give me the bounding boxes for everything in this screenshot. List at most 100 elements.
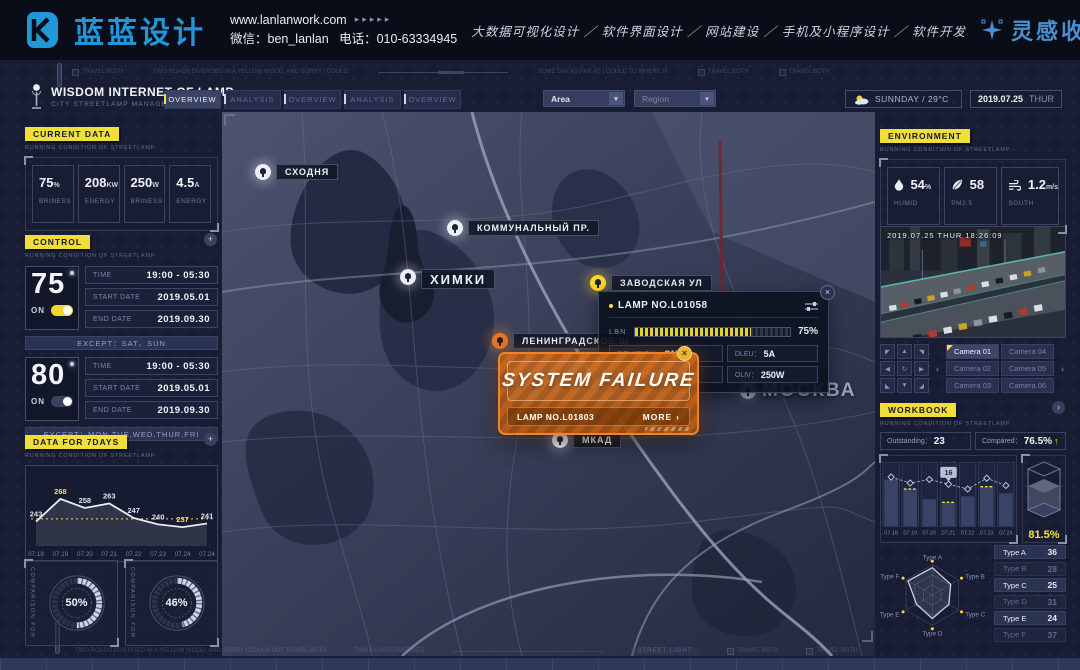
power-toggle[interactable] <box>51 396 73 407</box>
type-c-row[interactable]: Type C25 <box>994 578 1066 592</box>
camera-05-button[interactable]: Camera 05 <box>1001 361 1054 376</box>
control-group-1: 75 ON TIME19:00 - 05:30 START DATE2019.0… <box>25 266 218 330</box>
camera-list: Camera 01 Camera 04 Camera 02 Camera 05 … <box>946 344 1054 393</box>
phone-label: 电话：010-63334945 <box>339 32 457 46</box>
type-radar-chart: Type AType BType CType DType EType F <box>880 542 988 648</box>
sun-cloud-icon <box>854 94 869 105</box>
svg-text:Type D: Type D <box>922 631 942 638</box>
streetlamp-icon <box>30 83 43 110</box>
expand-chart-button[interactable]: + <box>204 433 217 446</box>
stat-briness: 75% BRINESS <box>32 165 74 223</box>
map-pin-leningradskoe[interactable]: ЛЕНИНГРАДСКОЕ Ш <box>492 333 508 349</box>
pan-down-button[interactable]: ▼ <box>897 378 912 393</box>
outstanding-stat: Outstanding：23 <box>880 432 971 450</box>
on-label: ON <box>31 306 45 315</box>
svg-text:07.18: 07.18 <box>884 531 898 537</box>
deco-checkbox: TRAVEL BOTH <box>72 69 123 76</box>
stat-grid: 75% BRINESS 208KW ENERGY 250W BRINESS 4.… <box>25 157 218 231</box>
pan-up-button[interactable]: ▲ <box>897 344 912 359</box>
svg-text:07.24: 07.24 <box>175 551 191 558</box>
panel-label: WORKBOOK <box>880 403 956 417</box>
map-pin-zavodskaya[interactable]: ЗАВОДСКАЯ УЛ <box>590 275 606 291</box>
services-list: 大数据可视化设计 ／ 软件界面设计 ／ 网站建设 ／ 手机及小程序设计 ／ 软件… <box>471 21 966 40</box>
type-f-row[interactable]: Type F37 <box>994 628 1066 642</box>
chevron-down-icon[interactable]: ▾ <box>609 92 623 105</box>
tab-overview-3[interactable]: OVERVIEW <box>404 90 461 109</box>
bottom-bar <box>0 658 1080 670</box>
failure-lamp-id: LAMP NO.L01803 <box>517 412 594 422</box>
map-pin-skhodnya[interactable]: СХОДНЯ <box>255 164 271 180</box>
pan-right-button[interactable]: ▶ <box>914 361 929 376</box>
weekday-value: THUR <box>1029 94 1054 104</box>
svg-text:07.20: 07.20 <box>923 531 937 537</box>
schedule-row-time: TIME19:00 - 05:30 <box>85 357 218 375</box>
close-icon[interactable]: × <box>677 346 692 361</box>
seven-days-chart: 24307.1826807.1925807.2026307.2124707.22… <box>25 465 218 562</box>
panel-seven-days: DATA FOR 7DAYS + RUNNING CONDITION OF ST… <box>25 432 218 556</box>
panel-label: CONTROL <box>25 235 90 249</box>
sparkle-icon <box>980 18 1004 42</box>
pan-down-left-button[interactable]: ◣ <box>880 378 895 393</box>
lamp-pin-icon <box>400 269 416 285</box>
camera-01-button[interactable]: Camera 01 <box>946 344 999 359</box>
except-days-bar: EXCEPT：SAT、SUN <box>25 336 218 350</box>
camera-04-button[interactable]: Camera 04 <box>1001 344 1054 359</box>
deco-checkbox: TRAVEL BOTH <box>698 69 749 76</box>
lamp-pin-icon <box>447 220 463 236</box>
type-e-row[interactable]: Type E24 <box>994 611 1066 625</box>
type-a-row[interactable]: Type A36 <box>994 545 1066 559</box>
pan-up-right-button[interactable]: ◥ <box>914 344 929 359</box>
env-pm25: 58 PM2.5 <box>944 167 997 225</box>
pin-label: КОММУНАЛЬНЫЙ ПР. <box>468 220 599 236</box>
region-select[interactable]: Region ▾ <box>634 90 716 107</box>
env-grid: 54% HUMID 58 PM2.5 <box>880 159 1066 233</box>
chevron-down-icon[interactable]: ▾ <box>700 92 714 105</box>
brightness-percent: 75% <box>798 326 818 337</box>
svg-text:07.24: 07.24 <box>999 531 1013 537</box>
more-button[interactable]: MORE › <box>643 412 680 422</box>
svg-text:07.23: 07.23 <box>150 551 166 558</box>
camera-06-button[interactable]: Camera 06 <box>1001 378 1054 393</box>
deco-checkbox: TRAVEL BOTH <box>806 648 857 655</box>
close-icon[interactable]: × <box>820 285 835 300</box>
tab-overview-2[interactable]: OVERVIEW <box>284 90 341 109</box>
panel-subtitle: RUNNING CONDITION OF STREETLAMP <box>25 453 218 459</box>
tank-percent: 81.5% <box>1028 529 1059 541</box>
type-d-row[interactable]: Type D31 <box>994 595 1066 609</box>
popup-stat-cell: OLIV：250W <box>727 366 818 383</box>
camera-02-button[interactable]: Camera 02 <box>946 361 999 376</box>
city-map[interactable]: СХОДНЯ КОММУНАЛЬНЫЙ ПР. ХИМКИ ЗАВОДСКАЯ … <box>222 112 875 656</box>
tab-overview-1[interactable]: OVERVIEW <box>164 90 221 109</box>
arrow-up-icon: ↑ <box>1054 436 1059 446</box>
bulb-icon <box>70 271 74 275</box>
area-select[interactable]: Area ▾ <box>543 90 625 107</box>
pan-up-left-button[interactable]: ◤ <box>880 344 895 359</box>
prev-cameras-button[interactable]: ‹ <box>934 352 941 386</box>
workbook-more-button[interactable]: › <box>1052 401 1065 414</box>
pin-label: ЗАВОДСКАЯ УЛ <box>611 275 712 291</box>
reset-view-button[interactable]: ↻ <box>897 361 912 376</box>
type-b-row[interactable]: Type B28 <box>994 562 1066 576</box>
lamp-pin-icon <box>492 333 508 349</box>
pan-left-button[interactable]: ◀ <box>880 361 895 376</box>
schedule-row-start: START DATE2019.05.01 <box>85 288 218 306</box>
map-pin-kommunalny[interactable]: КОММУНАЛЬНЫЙ ПР. <box>447 220 463 236</box>
pan-down-right-button[interactable]: ◢ <box>914 378 929 393</box>
tank-graphic <box>1026 460 1062 520</box>
camera-03-button[interactable]: Camera 03 <box>946 378 999 393</box>
gauge-label: COMPARISON FOR <box>29 567 35 638</box>
on-label: ON <box>31 397 45 406</box>
tab-analysis-1[interactable]: ANALYSIS <box>224 90 281 109</box>
svg-text:263: 263 <box>103 491 116 500</box>
sliders-icon[interactable] <box>805 301 818 311</box>
date-chip: 2019.07.25 THUR <box>970 90 1062 108</box>
next-cameras-button[interactable]: › <box>1059 352 1066 386</box>
map-pin-khimki[interactable]: ХИМКИ <box>400 269 416 285</box>
weather-chip: SUNNDAY / 29°C <box>845 90 962 108</box>
add-schedule-button[interactable]: + <box>204 233 217 246</box>
brightness-bar[interactable] <box>634 327 791 337</box>
power-toggle[interactable] <box>51 305 73 316</box>
tab-bar: OVERVIEW ANALYSIS OVERVIEW ANALYSIS OVER… <box>164 90 461 109</box>
tab-analysis-2[interactable]: ANALYSIS <box>344 90 401 109</box>
deco-text: TWO ROADS DIVERGED IN A YELLOW WOOD, AND… <box>153 69 348 75</box>
